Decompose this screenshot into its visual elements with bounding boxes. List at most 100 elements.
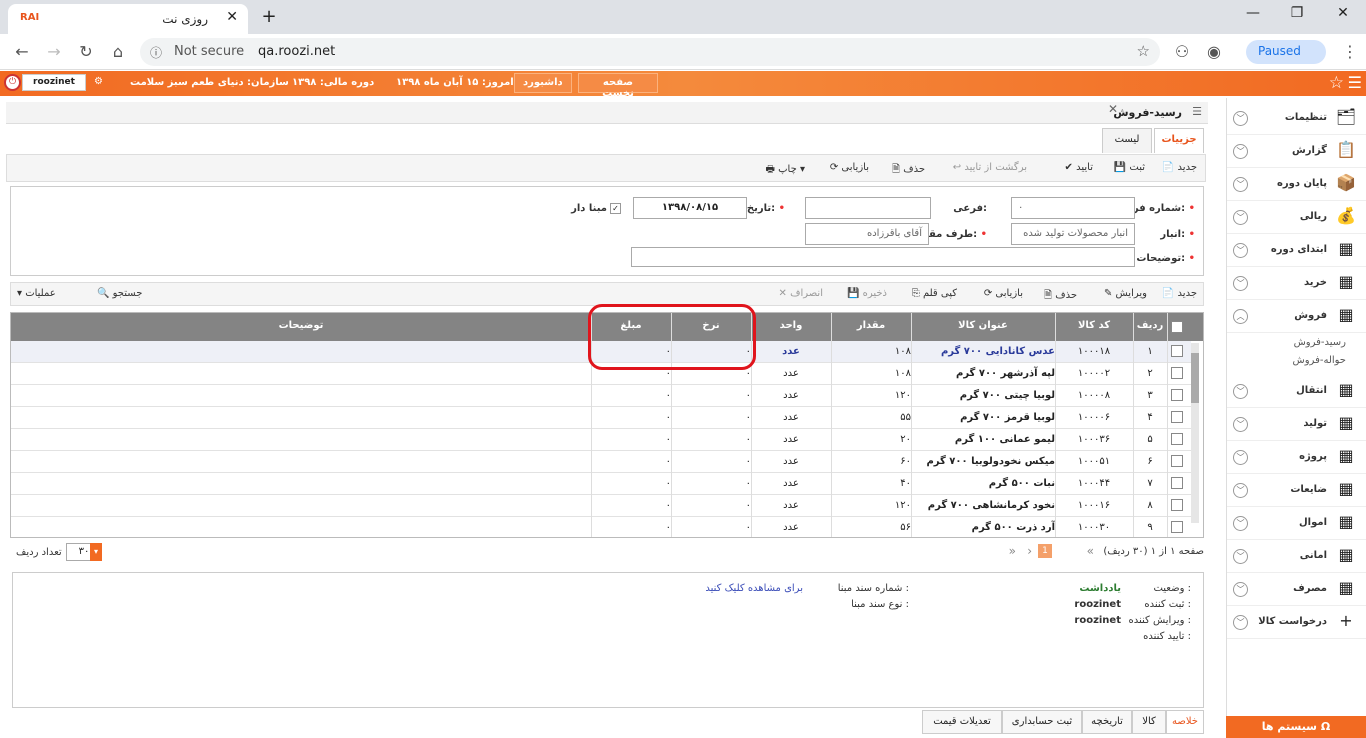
- forward-icon[interactable]: →: [42, 42, 66, 61]
- sidebar-item-12[interactable]: امانی ▦ ﹀: [1227, 540, 1366, 573]
- header-unit[interactable]: واحد: [751, 320, 831, 331]
- current-page[interactable]: 1: [1038, 544, 1052, 558]
- bottom-tab-3[interactable]: ثبت حسابداری: [1002, 710, 1082, 734]
- save-doc-button[interactable]: 💾 ثبت: [1114, 162, 1145, 173]
- reload-icon[interactable]: ↻: [74, 42, 98, 61]
- ref-doc-link[interactable]: برای مشاهده کلیک کنید: [705, 583, 803, 594]
- dashboard-button[interactable]: داشبورد: [514, 73, 572, 93]
- chevron-down-icon[interactable]: ﹀: [1233, 549, 1248, 564]
- warehouse-input[interactable]: انبار محصولات تولید شده: [1011, 223, 1135, 245]
- chevron-down-icon[interactable]: ﹀: [1233, 450, 1248, 465]
- refresh-doc-button[interactable]: ⟳ بازیابی: [830, 162, 869, 173]
- copy-item-button[interactable]: ⎘ کپی قلم: [912, 288, 957, 299]
- chevron-down-icon[interactable]: ﹀: [1233, 243, 1248, 258]
- pager-nav-icon[interactable]: «: [1087, 544, 1094, 558]
- restore-icon[interactable]: ❐: [1282, 5, 1312, 21]
- table-row[interactable]: ۳ ۱۰۰۰۰۸ لوبیا چیتی ۷۰۰ گرم ۱۲۰ عدد ۰ ۰: [11, 385, 1191, 407]
- refresh-items-button[interactable]: ⟳ بازیابی: [984, 288, 1023, 299]
- close-tab-icon[interactable]: ✕: [226, 9, 238, 25]
- unapprove-button[interactable]: ↩ برگشت از تایید: [953, 162, 1027, 173]
- table-row[interactable]: ۴ ۱۰۰۰۰۶ لوبیا قرمز ۷۰۰ گرم ۵۵ عدد ۰ ۰: [11, 407, 1191, 429]
- chevron-down-icon[interactable]: ﹀: [1233, 384, 1248, 399]
- sidebar-item-6[interactable]: فروش ▦ ︿: [1227, 300, 1366, 333]
- print-button[interactable]: 🖶 چاپ ▾: [766, 162, 805, 179]
- power-icon[interactable]: ⏻: [4, 74, 21, 91]
- header-title[interactable]: عنوان کالا: [911, 320, 1055, 331]
- table-row[interactable]: ۹ ۱۰۰۰۳۰ آرد ذرت ۵۰۰ گرم ۵۶ عدد ۰ ۰: [11, 517, 1191, 537]
- extension2-icon[interactable]: ◉: [1202, 42, 1226, 61]
- date-input[interactable]: ۱۳۹۸/۰۸/۱۵: [633, 197, 747, 219]
- info-icon[interactable]: ⓘ: [150, 44, 162, 61]
- sidebar-item-3[interactable]: ریالی 💰 ﹀: [1227, 201, 1366, 234]
- chevron-down-icon[interactable]: ﹀: [1233, 177, 1248, 192]
- pager-next-icon[interactable]: ›: [1027, 544, 1032, 558]
- grid-scroll-thumb[interactable]: [1191, 353, 1199, 403]
- chevron-down-icon[interactable]: ﹀: [1233, 144, 1248, 159]
- chevron-down-icon[interactable]: ▾: [90, 543, 102, 561]
- sidebar-item-9[interactable]: پروژه ▦ ﹀: [1227, 441, 1366, 474]
- description-input[interactable]: [631, 247, 1135, 267]
- chevron-down-icon[interactable]: ﹀: [1233, 516, 1248, 531]
- sidebar-item-4[interactable]: ابتدای دوره ▦ ﹀: [1227, 234, 1366, 267]
- bookmark-star-icon[interactable]: ☆: [1137, 42, 1150, 60]
- url-text[interactable]: qa.roozi.net: [258, 44, 335, 59]
- table-row[interactable]: ۷ ۱۰۰۰۴۴ نبات ۵۰۰ گرم ۴۰ عدد ۰ ۰: [11, 473, 1191, 495]
- sidebar-item-8[interactable]: تولید ▦ ﹀: [1227, 408, 1366, 441]
- sidebar-item-1[interactable]: گزارش 📋 ﹀: [1227, 135, 1366, 168]
- approve-button[interactable]: ✔ تایید: [1065, 162, 1093, 173]
- systems-button[interactable]: سیستم ها Ω: [1226, 716, 1366, 738]
- delete-doc-button[interactable]: 🗎 حذف: [892, 162, 925, 179]
- sidebar-item-13[interactable]: مصرف ▦ ﹀: [1227, 573, 1366, 606]
- row-checkbox[interactable]: [1171, 433, 1183, 445]
- extension-icon[interactable]: ⚇: [1170, 42, 1194, 61]
- pager-last-icon[interactable]: »: [1009, 544, 1016, 558]
- sidebar-item-2[interactable]: پایان دوره 📦 ﹀: [1227, 168, 1366, 201]
- row-checkbox[interactable]: [1171, 345, 1183, 357]
- bottom-tab-4[interactable]: تعدیلات قیمت: [922, 710, 1002, 734]
- row-checkbox[interactable]: [1171, 499, 1183, 511]
- row-checkbox[interactable]: [1171, 521, 1183, 533]
- settings-gear-icon[interactable]: ⚙: [94, 76, 103, 87]
- hamburger-icon[interactable]: ☰: [1348, 73, 1362, 92]
- chevron-down-icon[interactable]: ﹀: [1233, 276, 1248, 291]
- sidebar-item-10[interactable]: ضایعات ▦ ﹀: [1227, 474, 1366, 507]
- search-button[interactable]: 🔍 جستجو: [97, 288, 142, 299]
- chevron-down-icon[interactable]: ︿: [1233, 309, 1248, 324]
- sidebar-subitem-0[interactable]: رسید-فروش: [1294, 337, 1346, 348]
- chevron-down-icon[interactable]: ﹀: [1233, 615, 1248, 630]
- row-checkbox[interactable]: [1171, 389, 1183, 401]
- bottom-tab-0[interactable]: خلاصه: [1166, 710, 1204, 734]
- row-checkbox[interactable]: [1171, 455, 1183, 467]
- browser-tab[interactable]: RAI روزی نت ✕: [8, 4, 248, 34]
- chevron-down-icon[interactable]: ﹀: [1233, 417, 1248, 432]
- new-tab-button[interactable]: +: [256, 6, 282, 30]
- row-checkbox[interactable]: [1171, 477, 1183, 489]
- row-checkbox[interactable]: [1171, 367, 1183, 379]
- header-row[interactable]: ردیف: [1133, 320, 1167, 331]
- minimize-icon[interactable]: —: [1238, 5, 1268, 21]
- based-checkbox[interactable]: ✓: [610, 203, 621, 214]
- party-input[interactable]: آقای باقرزاده: [805, 223, 929, 245]
- header-desc[interactable]: توضیحات: [11, 320, 591, 331]
- row-checkbox[interactable]: [1171, 411, 1183, 423]
- sidebar-subitem-1[interactable]: حواله-فروش: [1293, 355, 1346, 366]
- operations-button[interactable]: ▾ عملیات: [17, 288, 56, 299]
- new-doc-button[interactable]: 📄 جدید: [1162, 162, 1197, 173]
- cancel-item-button[interactable]: ✕ انصراف: [779, 288, 823, 299]
- close-panel-icon[interactable]: ✕: [1108, 102, 1118, 116]
- sidebar-item-14[interactable]: درخواست کالا + ﹀: [1227, 606, 1366, 639]
- table-row[interactable]: ۶ ۱۰۰۰۵۱ میکس نخودولوبیا ۷۰۰ گرم ۶۰ عدد ۰ ۰: [11, 451, 1191, 473]
- header-code[interactable]: کد کالا: [1055, 320, 1133, 331]
- sub-number-input[interactable]: [805, 197, 931, 219]
- chevron-down-icon[interactable]: ﹀: [1233, 483, 1248, 498]
- chevron-down-icon[interactable]: ﹀: [1233, 210, 1248, 225]
- menu-icon[interactable]: ⋮: [1338, 42, 1362, 61]
- save-item-button[interactable]: 💾 ذخیره: [847, 288, 887, 299]
- chevron-down-icon[interactable]: ﹀: [1233, 582, 1248, 597]
- new-item-button[interactable]: 📄 جدید: [1162, 288, 1197, 299]
- edit-item-button[interactable]: ✎ ویرایش: [1104, 288, 1147, 299]
- header-qty[interactable]: مقدار: [831, 320, 911, 331]
- table-row[interactable]: ۵ ۱۰۰۰۳۶ لیمو عمانی ۱۰۰ گرم ۲۰ عدد ۰ ۰: [11, 429, 1191, 451]
- table-row[interactable]: ۸ ۱۰۰۰۱۶ نخود کرمانشاهی ۷۰۰ گرم ۱۲۰ عدد ۰ ۰: [11, 495, 1191, 517]
- bottom-tab-2[interactable]: تاریخچه: [1082, 710, 1132, 734]
